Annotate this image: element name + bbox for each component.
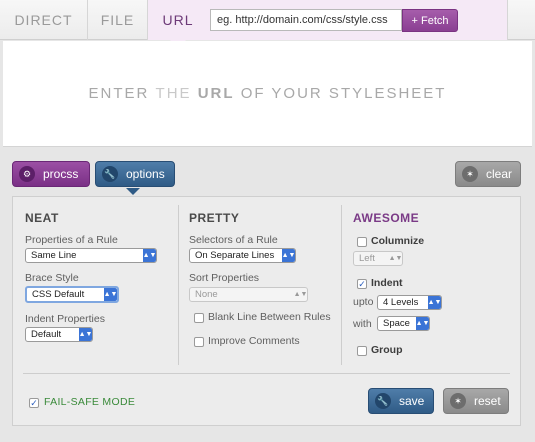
properties-of-rule-select[interactable]: Same Line ▲▼ bbox=[25, 248, 157, 263]
clear-icon: ✶ bbox=[462, 166, 478, 182]
select-arrow-icon: ▲▼ bbox=[79, 328, 92, 341]
hero-word-the: THE bbox=[155, 85, 192, 102]
indent-levels-select[interactable]: 4 Levels ▲▼ bbox=[377, 295, 442, 310]
tab-direct[interactable]: DIRECT bbox=[0, 0, 88, 40]
properties-of-rule-label: Properties of a Rule bbox=[25, 234, 118, 246]
brace-style-label: Brace Style bbox=[25, 272, 79, 284]
columnize-value: Left bbox=[359, 253, 375, 264]
input-mode-tabs: DIRECT FILE URL + Fetch bbox=[0, 0, 535, 48]
selectors-of-rule-value: On Separate Lines bbox=[195, 250, 275, 261]
tab-url-label: URL bbox=[162, 12, 194, 28]
reset-button[interactable]: ✶ reset bbox=[443, 388, 509, 414]
fetch-button[interactable]: + Fetch bbox=[402, 9, 458, 32]
clear-button[interactable]: ✶ clear bbox=[455, 161, 521, 187]
failsafe-label: FAIL-SAFE MODE bbox=[44, 396, 136, 408]
brace-style-select[interactable]: CSS Default ▲▼ bbox=[25, 286, 119, 303]
selectors-of-rule-select[interactable]: On Separate Lines ▲▼ bbox=[189, 248, 296, 263]
options-button[interactable]: 🔧 options bbox=[95, 161, 175, 195]
hero-instruction: ENTER THE URL OF YOUR STYLESHEET bbox=[3, 41, 532, 147]
pretty-title: PRETTY bbox=[189, 211, 240, 225]
columnize-checkbox[interactable] bbox=[357, 237, 367, 247]
awesome-title: AWESOME bbox=[353, 211, 420, 225]
select-arrow-icon: ▲▼ bbox=[282, 249, 295, 262]
sort-properties-label: Sort Properties bbox=[189, 272, 260, 284]
selectors-of-rule-label: Selectors of a Rule bbox=[189, 234, 278, 246]
blank-line-checkbox[interactable] bbox=[194, 313, 204, 323]
improve-comments-checkbox[interactable] bbox=[194, 337, 204, 347]
group-checkbox[interactable] bbox=[357, 346, 367, 356]
indent-properties-value: Default bbox=[31, 329, 62, 340]
select-arrow-icon: ▲▼ bbox=[428, 296, 441, 309]
with-label: with bbox=[353, 318, 372, 330]
blank-line-label: Blank Line Between Rules bbox=[208, 311, 331, 323]
select-arrow-icon: ▲▼ bbox=[143, 249, 156, 262]
sort-properties-select[interactable]: None ▲▼ bbox=[189, 287, 308, 302]
save-button[interactable]: 🔧 save bbox=[368, 388, 434, 414]
select-arrow-icon: ▲▼ bbox=[388, 255, 403, 262]
brace-style-value: CSS Default bbox=[32, 289, 85, 300]
indent-levels-value: 4 Levels bbox=[383, 297, 419, 308]
indent-char-select[interactable]: Space ▲▼ bbox=[377, 316, 430, 331]
hero-word-rest: OF YOUR STYLESHEET bbox=[240, 85, 447, 102]
indent-label: Indent bbox=[371, 277, 403, 289]
reset-button-label: reset bbox=[474, 394, 501, 408]
upto-label: upto bbox=[353, 296, 374, 308]
hero-word-url: URL bbox=[197, 85, 235, 102]
gear-icon: ⚙ bbox=[19, 166, 35, 182]
column-divider bbox=[178, 205, 179, 365]
sort-properties-value: None bbox=[195, 289, 218, 300]
hero-word-enter: ENTER bbox=[88, 85, 150, 102]
save-button-label: save bbox=[399, 394, 425, 408]
tab-file[interactable]: FILE bbox=[88, 0, 148, 40]
failsafe-checkbox[interactable]: ✓ bbox=[29, 398, 39, 408]
select-arrow-icon: ▲▼ bbox=[104, 288, 117, 301]
procss-button-label: procss bbox=[43, 167, 79, 181]
indent-properties-select[interactable]: Default ▲▼ bbox=[25, 327, 93, 342]
reset-icon: ✶ bbox=[450, 393, 466, 409]
columnize-select[interactable]: Left ▲▼ bbox=[353, 251, 403, 266]
select-arrow-icon: ▲▼ bbox=[416, 317, 429, 330]
clear-button-label: clear bbox=[486, 167, 513, 181]
improve-comments-label: Improve Comments bbox=[208, 335, 300, 347]
wrench-icon: 🔧 bbox=[102, 166, 118, 182]
neat-title: NEAT bbox=[25, 211, 59, 225]
indent-properties-label: Indent Properties bbox=[25, 313, 105, 325]
options-button-label: options bbox=[126, 167, 165, 181]
indent-char-value: Space bbox=[383, 318, 410, 329]
properties-of-rule-value: Same Line bbox=[31, 250, 77, 261]
columnize-label: Columnize bbox=[371, 235, 425, 247]
url-input[interactable] bbox=[210, 9, 402, 31]
group-label: Group bbox=[371, 344, 403, 356]
indent-checkbox[interactable]: ✓ bbox=[357, 279, 367, 289]
column-divider bbox=[341, 205, 342, 365]
select-arrow-icon: ▲▼ bbox=[293, 291, 308, 298]
wrench-icon: 🔧 bbox=[375, 393, 391, 409]
footer-divider bbox=[23, 373, 510, 374]
procss-button[interactable]: ⚙ procss bbox=[12, 161, 90, 187]
